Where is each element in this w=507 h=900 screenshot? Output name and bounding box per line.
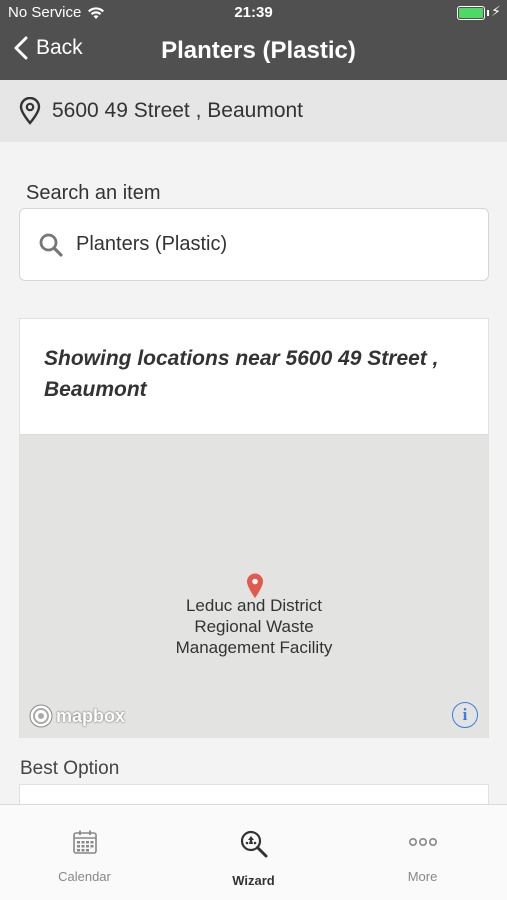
navigation-bar: Back Planters (Plastic) [0,26,507,80]
calendar-icon [72,830,97,854]
tab-more-label: More [407,869,438,884]
search-label: Search an item [26,182,161,204]
search-box[interactable] [19,208,489,281]
wizard-icon [240,830,267,858]
battery-level [459,8,483,18]
tab-wizard-label: Wizard [232,873,275,888]
mapbox-logo[interactable]: mapbox [28,703,125,729]
address-bar[interactable]: 5600 49 Street , Beaumont [0,80,507,142]
location-pin-icon [19,97,41,125]
results-heading: Showing locations near 5600 49 Street , … [44,347,439,401]
battery-cap [487,10,489,16]
tab-wizard[interactable]: Wizard [169,805,338,900]
more-icon [408,838,437,847]
map-marker-label[interactable]: Leduc and District Regional Waste Manage… [154,595,354,658]
charging-icon: ⚡ [491,3,501,19]
best-option-card[interactable] [19,784,489,804]
info-icon[interactable]: i [452,702,478,728]
battery-icon [457,6,485,20]
tab-calendar[interactable]: Calendar [0,805,169,900]
tab-calendar-label: Calendar [58,869,111,884]
tab-bar: Calendar Wizard More [0,804,507,900]
results-card: Showing locations near 5600 49 Street , … [19,318,489,738]
page-title: Planters (Plastic) [161,37,356,64]
mapbox-attribution: mapbox [56,705,126,726]
status-bar: No Service 21:39 ⚡ [0,0,507,26]
address-text: 5600 49 Street , Beaumont [52,99,304,122]
search-input[interactable] [76,233,456,256]
best-option-label: Best Option [20,758,120,779]
tab-more[interactable]: More [338,805,507,900]
map-view[interactable]: Leduc and District Regional Waste Manage… [20,434,488,738]
search-icon [39,233,63,257]
mapbox-icon [29,704,53,728]
status-time: 21:39 [234,4,273,21]
